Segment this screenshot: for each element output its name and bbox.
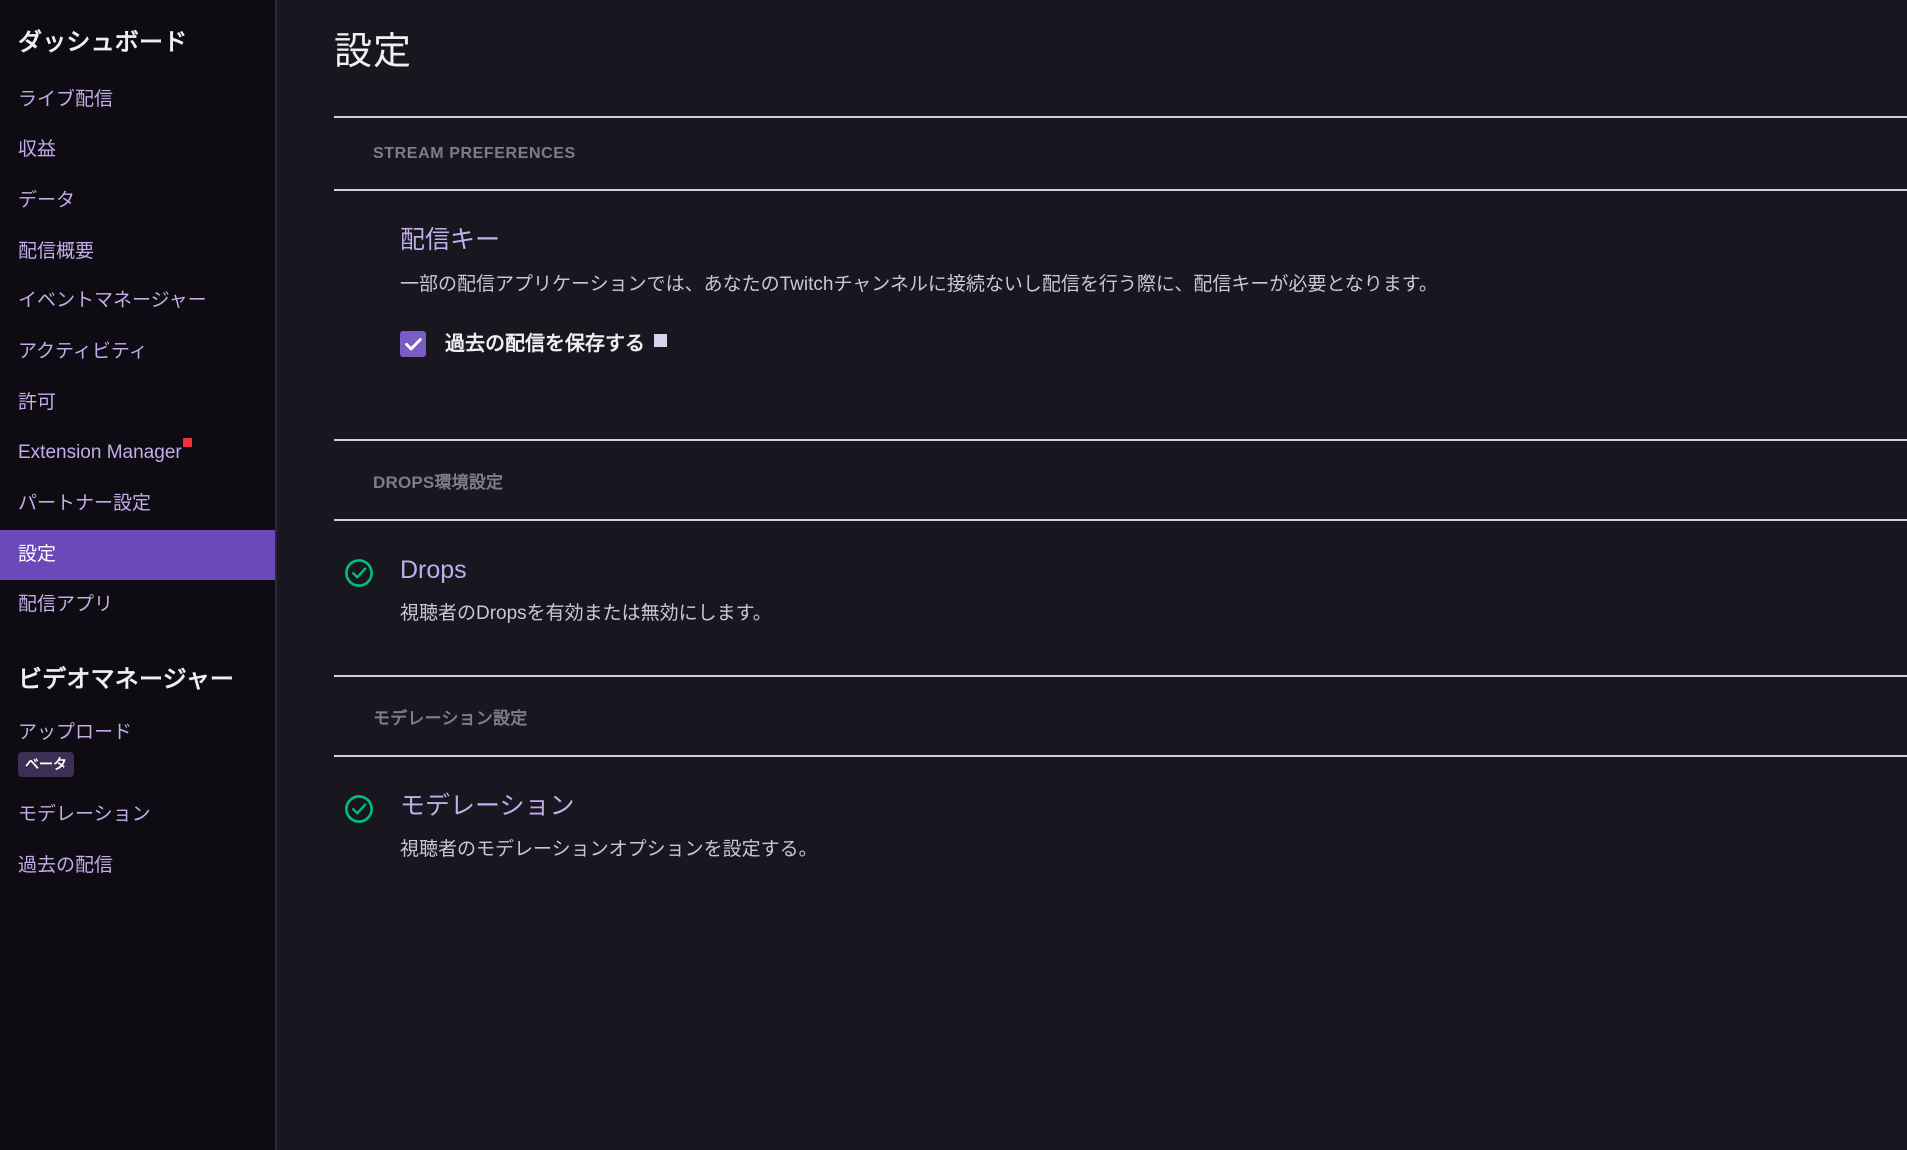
main-content: 設定 STREAM PREFERENCES 配信キー 一部の配信アプリケーション… <box>277 0 1907 1150</box>
sidebar-item-revenue[interactable]: 収益 <box>0 125 275 176</box>
sidebar-item-extension-manager[interactable]: Extension Manager <box>0 428 275 479</box>
sidebar-item-data[interactable]: データ <box>0 176 275 227</box>
sidebar-item-label: ライブ配信 <box>18 88 114 110</box>
setting-title[interactable]: モデレーション <box>400 791 1867 822</box>
sidebar-item-settings[interactable]: 設定 <box>0 529 275 581</box>
sidebar-item-label: 過去の配信 <box>18 854 114 876</box>
setting-description: 視聴者のモデレーションオプションを設定する。 <box>400 839 818 861</box>
sidebar-item-streaming-apps[interactable]: 配信アプリ <box>0 580 275 631</box>
check-circle-icon <box>344 794 374 824</box>
sidebar-item-partner-settings[interactable]: パートナー設定 <box>0 479 275 530</box>
section-drops: Drops 視聴者のDropsを有効または無効にします。 <box>277 521 1907 629</box>
new-indicator-dot-icon <box>182 438 192 448</box>
sidebar-item-live-stream[interactable]: ライブ配信 <box>0 75 275 126</box>
setting-title[interactable]: 配信キー <box>334 225 1907 256</box>
sidebar-item-past-broadcasts[interactable]: 過去の配信 <box>0 841 275 892</box>
sidebar-item-label: 配信アプリ <box>18 594 114 616</box>
sidebar-item-event-manager[interactable]: イベントマネージャー <box>0 277 275 327</box>
save-past-broadcasts-row: 過去の配信を保存する <box>334 299 1907 358</box>
page-title: 設定 <box>334 31 413 73</box>
section-label-drops: DROPS環境設定 <box>373 473 504 493</box>
sidebar-item-moderation[interactable]: モデレーション <box>0 790 275 841</box>
settings-page: ダッシュボード ライブ配信 収益 データ 配信概要 イベントマネージャー アクテ… <box>0 0 1907 1150</box>
sidebar-item-label: イベントマネージャー <box>18 290 207 312</box>
sidebar-item-stream-summary[interactable]: 配信概要 <box>0 227 275 278</box>
sidebar-heading-dashboard: ダッシュボード <box>18 29 188 56</box>
setting-item-drops: Drops 視聴者のDropsを有効または無効にします。 <box>334 521 1907 629</box>
sidebar-heading-video-manager: ビデオマネージャー <box>18 665 235 693</box>
sidebar-item-activity[interactable]: アクティビティ <box>0 327 275 378</box>
section-stream-preferences: 配信キー 一部の配信アプリケーションでは、あなたのTwitchチャンネルに接続な… <box>277 191 1907 358</box>
setting-item-moderation: モデレーション 視聴者のモデレーションオプションを設定する。 <box>334 757 1907 865</box>
sidebar-item-permissions[interactable]: 許可 <box>0 378 275 429</box>
checkmark-icon <box>404 337 422 351</box>
sidebar-item-label: パートナー設定 <box>18 492 152 514</box>
beta-badge: ベータ <box>18 752 74 778</box>
sidebar-item-label: 収益 <box>18 139 57 161</box>
setting-description: 視聴者のDropsを有効または無効にします。 <box>400 603 772 625</box>
info-square-icon[interactable] <box>654 333 667 347</box>
section-label-moderation: モデレーション設定 <box>373 708 528 728</box>
sidebar-group-video-manager: ビデオマネージャー アップロード ベータ モデレーション 過去の配信 <box>0 635 275 896</box>
section-moderation: モデレーション 視聴者のモデレーションオプションを設定する。 <box>277 757 1907 865</box>
check-circle-icon <box>344 558 374 588</box>
sidebar-item-label: モデレーション <box>18 804 151 826</box>
sidebar-item-label: 配信概要 <box>18 240 95 262</box>
sidebar-item-label: アップロード <box>18 721 133 743</box>
sidebar-item-label: データ <box>18 190 76 212</box>
sidebar-item-upload[interactable]: アップロード ベータ <box>0 708 275 791</box>
sidebar-item-label: アクティビティ <box>18 341 148 363</box>
section-label-stream-preferences: STREAM PREFERENCES <box>373 145 576 163</box>
setting-title[interactable]: Drops <box>400 555 1867 586</box>
save-past-broadcasts-label: 過去の配信を保存する <box>445 333 645 356</box>
sidebar-group-dashboard: ダッシュボード ライブ配信 収益 データ 配信概要 イベントマネージャー アクテ… <box>0 18 275 635</box>
setting-item-stream-key: 配信キー 一部の配信アプリケーションでは、あなたのTwitchチャンネルに接続な… <box>334 191 1907 358</box>
sidebar-navigation: ダッシュボード ライブ配信 収益 データ 配信概要 イベントマネージャー アクテ… <box>0 0 277 1150</box>
sidebar-item-label: 許可 <box>18 391 57 413</box>
sidebar-item-label: 設定 <box>18 543 57 565</box>
setting-description: 一部の配信アプリケーションでは、あなたのTwitchチャンネルに接続ないし配信を… <box>400 273 1438 295</box>
sidebar-item-label: Extension Manager <box>18 442 182 464</box>
save-past-broadcasts-checkbox[interactable] <box>400 331 426 358</box>
